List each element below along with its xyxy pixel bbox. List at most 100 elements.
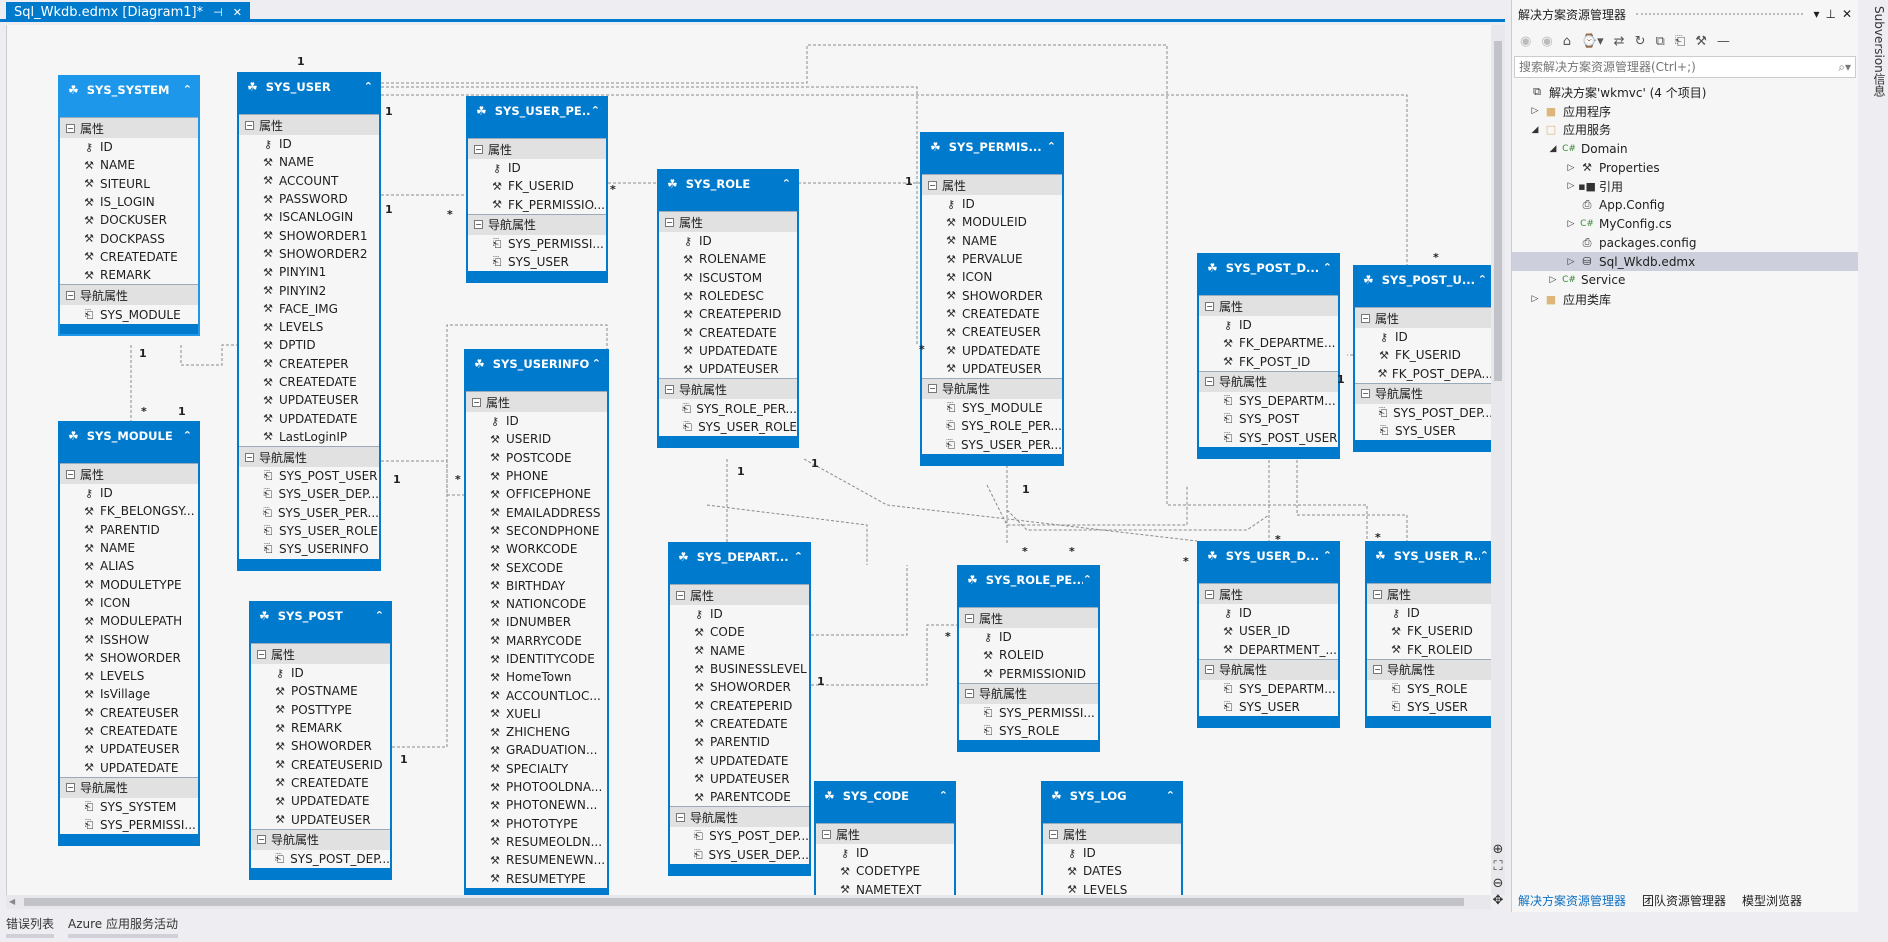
navigation-group-header[interactable]: − 导航属性 xyxy=(1367,658,1491,680)
navigation-property[interactable]: ⎗ SYS_MODULE xyxy=(922,399,1062,417)
collapsed-arrow-icon[interactable]: ▷ xyxy=(1564,257,1578,267)
entity-property[interactable]: ⚷ ID xyxy=(239,135,379,153)
entity-sys-system[interactable]: ☘ SYS_SYSTEM ⌃ − 属性 ⚷ ID ⚒ NAME ⚒ SITEURL ⚒ IS_LOGIN… xyxy=(58,75,200,336)
tab-azure-activity[interactable]: Azure 应用服务活动 xyxy=(68,915,178,938)
entity-property[interactable]: ⚒ POSTCODE xyxy=(466,449,607,467)
tree-item[interactable]: ⎙ packages.config xyxy=(1512,233,1858,252)
forward-icon[interactable]: ◉ xyxy=(1541,34,1552,49)
collapse-group-icon[interactable]: − xyxy=(66,290,75,300)
collapse-chevron-icon[interactable]: ⌃ xyxy=(1083,573,1092,586)
entity-property[interactable]: ⚷ ID xyxy=(251,664,390,682)
entity-property[interactable]: ⚒ SHOWORDER2 xyxy=(239,245,379,263)
entity-property[interactable]: ⚷ ID xyxy=(959,628,1098,646)
entity-property[interactable]: ⚒ ACCOUNT xyxy=(239,172,379,190)
entity-property[interactable]: ⚒ FK_ROLEID xyxy=(1367,641,1491,659)
entity-sys-role[interactable]: ☘ SYS_ROLE ⌃ − 属性 ⚷ ID ⚒ ROLENAME ⚒ ISCUSTOM ⚒ ROLED… xyxy=(657,169,799,448)
entity-property[interactable]: ⚒ FK_USERID xyxy=(1355,346,1491,364)
navigation-property[interactable]: ⎗ SYS_ROLE_PER... xyxy=(659,399,797,417)
properties-group-header[interactable]: − 属性 xyxy=(251,643,390,664)
entity-header[interactable]: ☘ SYS_POST_D... ⌃ xyxy=(1199,253,1338,295)
entity-property[interactable]: ⚒ ICON xyxy=(922,268,1062,286)
collapse-chevron-icon[interactable]: ⌃ xyxy=(782,177,791,190)
panel-tab[interactable]: 模型浏览器 xyxy=(1738,890,1806,911)
collapse-chevron-icon[interactable]: ⌃ xyxy=(1478,273,1487,286)
collapsed-arrow-icon[interactable]: ▷ xyxy=(1564,181,1578,191)
pin-icon[interactable]: ⊣ xyxy=(213,6,223,19)
entity-property[interactable]: ⚒ ACCOUNTLOC... xyxy=(466,686,607,704)
entity-property[interactable]: ⚒ ALIAS xyxy=(60,557,198,575)
entity-property[interactable]: ⚒ CREATEPERID xyxy=(670,696,809,714)
entity-property[interactable]: ⚒ PERMISSIONID xyxy=(959,665,1098,683)
entity-property[interactable]: ⚒ USER_ID xyxy=(1199,622,1338,640)
properties-group-header[interactable]: − 属性 xyxy=(1043,823,1181,844)
association-line[interactable] xyxy=(803,458,1198,542)
collapse-chevron-icon[interactable]: ⌃ xyxy=(1323,261,1332,274)
collapse-chevron-icon[interactable]: ⌃ xyxy=(183,429,192,442)
properties-group-header[interactable]: − 属性 xyxy=(959,607,1098,628)
collapse-group-icon[interactable]: − xyxy=(472,397,481,407)
horizontal-scrollbar[interactable]: ◀ xyxy=(6,895,1491,909)
drag-handle[interactable] xyxy=(1636,13,1804,15)
collapse-group-icon[interactable]: − xyxy=(474,220,483,230)
association-line[interactable] xyxy=(381,86,918,345)
entity-property[interactable]: ⚒ ISSHOW xyxy=(60,630,198,648)
entity-property[interactable]: ⚒ CODE xyxy=(670,623,809,641)
entity-header[interactable]: ☘ SYS_USER_D... ⌃ xyxy=(1199,541,1338,583)
properties-group-header[interactable]: − 属性 xyxy=(468,138,606,159)
collapsed-arrow-icon[interactable]: ▷ xyxy=(1546,275,1560,285)
association-line[interactable] xyxy=(811,624,957,686)
entity-property[interactable]: ⚒ NAMETEXT xyxy=(816,881,954,895)
entity-property[interactable]: ⚷ ID xyxy=(60,484,198,502)
properties-group-header[interactable]: − 属性 xyxy=(1199,295,1338,316)
entity-property[interactable]: ⚒ XUELI xyxy=(466,705,607,723)
navigation-property[interactable]: ⎗ SYS_USER_PER... xyxy=(922,436,1062,454)
entity-sys-post-u[interactable]: ☘ SYS_POST_U... ⌃ − 属性 ⚷ ID ⚒ FK_USERID ⚒ FK_POST_… xyxy=(1353,265,1491,453)
tree-item[interactable]: ◢ C# Domain xyxy=(1512,139,1858,158)
navigation-group-header[interactable]: − 导航属性 xyxy=(1199,370,1338,392)
collapse-group-icon[interactable]: − xyxy=(676,590,685,600)
entity-property[interactable]: ⚒ PARENTID xyxy=(60,521,198,539)
entity-property[interactable]: ⚒ ZHICHENG xyxy=(466,723,607,741)
entity-property[interactable]: ⚒ PARENTID xyxy=(670,733,809,751)
entity-property[interactable]: ⚒ UPDATEUSER xyxy=(251,810,390,828)
entity-header[interactable]: ☘ SYS_CODE ⌃ xyxy=(816,781,954,823)
collapse-group-icon[interactable]: − xyxy=(928,180,937,190)
collapse-group-icon[interactable]: − xyxy=(1361,389,1370,399)
entity-property[interactable]: ⚒ LEVELS xyxy=(1043,881,1181,895)
entity-property[interactable]: ⚒ REMARK xyxy=(60,266,198,284)
entity-property[interactable]: ⚒ UPDATEDATE xyxy=(922,341,1062,359)
collapsed-arrow-icon[interactable]: ▷ xyxy=(1564,219,1578,229)
collapse-chevron-icon[interactable]: ⌃ xyxy=(375,609,384,622)
navigation-property[interactable]: ⎗ SYS_PERMISSI... xyxy=(468,235,606,253)
properties-group-header[interactable]: − 属性 xyxy=(60,463,198,484)
entity-property[interactable]: ⚒ FK_USERID xyxy=(468,177,606,195)
entity-header[interactable]: ☘ SYS_USERINFO ⌃ xyxy=(466,349,607,391)
entity-sys-code[interactable]: ☘ SYS_CODE ⌃ − 属性 ⚷ ID ⚒ CODETYPE ⚒ NAMETEXT xyxy=(814,781,956,895)
navigation-property[interactable]: ⎗ SYS_USER_ROLE xyxy=(659,418,797,436)
entity-property[interactable]: ⚒ ISCANLOGIN xyxy=(239,208,379,226)
navigation-group-header[interactable]: − 导航属性 xyxy=(60,776,198,798)
tab-error-list[interactable]: 错误列表 xyxy=(6,915,55,938)
zoom-out-icon[interactable]: ⊖ xyxy=(1493,876,1504,891)
entity-property[interactable]: ⚒ UPDATEUSER xyxy=(670,770,809,788)
properties-group-header[interactable]: − 属性 xyxy=(239,114,379,135)
navigation-property[interactable]: ⎗ SYS_ROLE xyxy=(959,722,1098,740)
association-line[interactable] xyxy=(986,484,1188,526)
entity-property[interactable]: ⚒ LEVELS xyxy=(60,667,198,685)
collapse-group-icon[interactable]: − xyxy=(66,123,75,133)
collapse-chevron-icon[interactable]: ⌃ xyxy=(591,104,600,117)
tree-item[interactable]: ⎙ App.Config xyxy=(1512,196,1858,215)
entity-property[interactable]: ⚷ ID xyxy=(1043,844,1181,862)
history-icon[interactable]: ⌚▾ xyxy=(1581,34,1604,49)
navigation-property[interactable]: ⎗ SYS_USER_PER... xyxy=(239,504,379,522)
collapse-chevron-icon[interactable]: ⌃ xyxy=(183,83,192,96)
entity-property[interactable]: ⚒ FK_PERMISSIO... xyxy=(468,196,606,214)
entity-property[interactable]: ⚒ PHOTOTYPE xyxy=(466,815,607,833)
entity-property[interactable]: ⚒ CREATEUSER xyxy=(60,704,198,722)
entity-property[interactable]: ⚒ GRADUATION... xyxy=(466,741,607,759)
entity-header[interactable]: ☘ SYS_USER_PE... ⌃ xyxy=(468,96,606,138)
entity-property[interactable]: ⚒ PARENTCODE xyxy=(670,788,809,806)
navigation-group-header[interactable]: − 导航属性 xyxy=(468,213,606,235)
back-icon[interactable]: ◉ xyxy=(1520,34,1531,49)
collapse-group-icon[interactable]: − xyxy=(245,120,254,130)
